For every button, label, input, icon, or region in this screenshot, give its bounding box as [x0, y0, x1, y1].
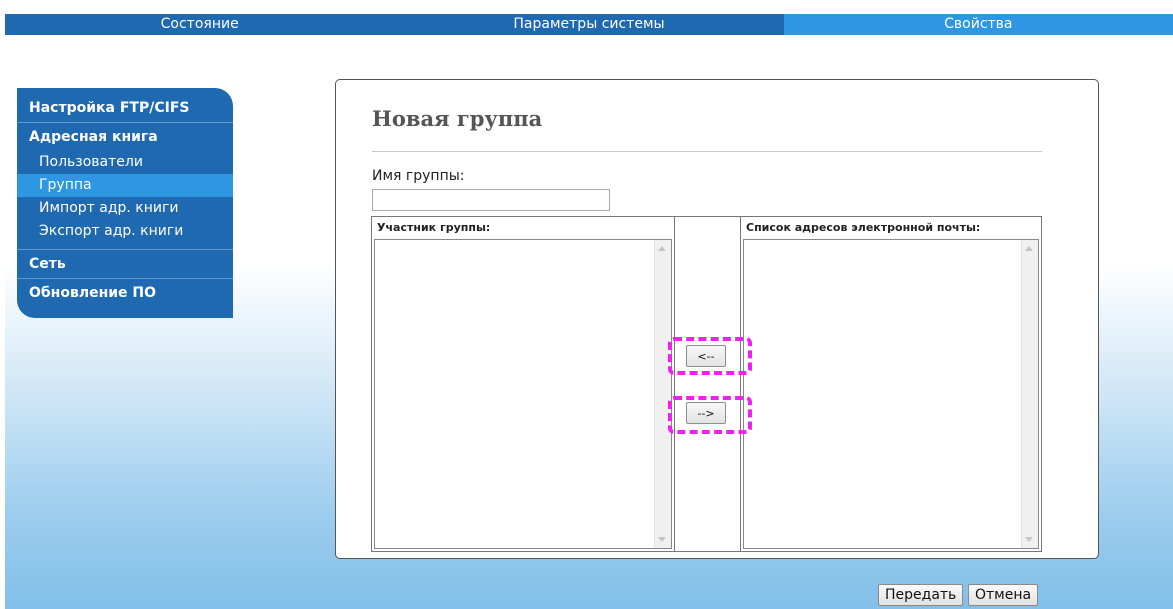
- email-scrollbar[interactable]: [1021, 240, 1038, 548]
- scroll-up-icon[interactable]: [1025, 246, 1033, 251]
- sidebar-item-export-address-book[interactable]: Экспорт адр. книги: [17, 220, 233, 243]
- sidebar-item-ftp-cifs[interactable]: Настройка FTP/CIFS: [17, 94, 233, 122]
- tab-system-settings[interactable]: Параметры системы: [394, 14, 783, 35]
- sidebar-item-group[interactable]: Группа: [17, 174, 233, 197]
- scroll-down-icon[interactable]: [1025, 537, 1033, 542]
- email-list-header: Список адресов электронной почты:: [746, 221, 981, 234]
- members-scrollbar[interactable]: [654, 240, 671, 548]
- sidebar-item-users[interactable]: Пользователи: [17, 151, 233, 174]
- members-header: Участник группы:: [377, 221, 491, 234]
- group-name-label: Имя группы:: [372, 168, 465, 184]
- sidebar-item-import-address-book[interactable]: Импорт адр. книги: [17, 197, 233, 220]
- scroll-up-icon[interactable]: [658, 246, 666, 251]
- sidebar-item-network[interactable]: Сеть: [17, 250, 233, 278]
- tab-status[interactable]: Состояние: [5, 14, 394, 35]
- top-navigation: Состояние Параметры системы Свойства: [5, 14, 1173, 35]
- title-divider: [372, 151, 1042, 152]
- tab-properties[interactable]: Свойства: [783, 14, 1173, 35]
- submit-button[interactable]: Передать: [878, 584, 964, 606]
- page-title: Новая группа: [372, 106, 543, 131]
- sidebar: Настройка FTP/CIFS Адресная книга Пользо…: [17, 88, 233, 318]
- sidebar-item-address-book[interactable]: Адресная книга: [17, 123, 233, 151]
- members-column: Участник группы:: [372, 217, 674, 551]
- new-group-panel: Новая группа Имя группы: Участник группы…: [335, 79, 1099, 559]
- scroll-down-icon[interactable]: [658, 537, 666, 542]
- add-to-group-button[interactable]: <--: [686, 345, 726, 367]
- email-listbox[interactable]: [743, 239, 1039, 549]
- remove-from-group-button[interactable]: -->: [686, 402, 726, 424]
- members-listbox[interactable]: [374, 239, 672, 549]
- cancel-button[interactable]: Отмена: [968, 584, 1039, 606]
- sidebar-item-firmware-update[interactable]: Обновление ПО: [17, 279, 233, 307]
- group-name-input[interactable]: [372, 189, 610, 211]
- move-buttons-column: [674, 217, 741, 551]
- member-transfer-widget: Участник группы: Список адресов электрон…: [371, 216, 1042, 552]
- email-list-column: Список адресов электронной почты:: [741, 217, 1041, 551]
